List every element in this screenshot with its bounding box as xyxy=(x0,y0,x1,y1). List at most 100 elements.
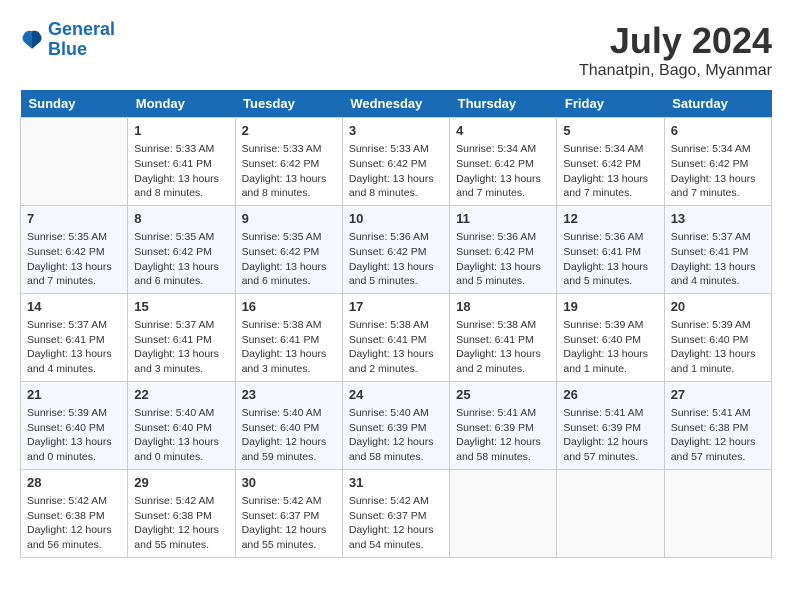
sunset-text: Sunset: 6:42 PM xyxy=(349,158,427,170)
logo-line1: General xyxy=(48,19,115,39)
daylight-text: Daylight: 12 hours and 57 minutes. xyxy=(563,436,648,463)
daylight-text: Daylight: 13 hours and 1 minute. xyxy=(563,348,648,375)
sunset-text: Sunset: 6:42 PM xyxy=(27,246,105,258)
sunset-text: Sunset: 6:39 PM xyxy=(563,422,641,434)
sunset-text: Sunset: 6:41 PM xyxy=(349,334,427,346)
calendar-cell: 8Sunrise: 5:35 AMSunset: 6:42 PMDaylight… xyxy=(128,205,235,293)
calendar-cell: 28Sunrise: 5:42 AMSunset: 6:38 PMDayligh… xyxy=(21,469,128,557)
sunrise-text: Sunrise: 5:33 AM xyxy=(349,143,429,155)
sunset-text: Sunset: 6:42 PM xyxy=(671,158,749,170)
sunrise-text: Sunrise: 5:34 AM xyxy=(456,143,536,155)
day-number: 20 xyxy=(671,298,765,316)
day-number: 25 xyxy=(456,386,550,404)
calendar-cell xyxy=(664,469,771,557)
day-number: 19 xyxy=(563,298,657,316)
sunrise-text: Sunrise: 5:34 AM xyxy=(671,143,751,155)
calendar-cell: 9Sunrise: 5:35 AMSunset: 6:42 PMDaylight… xyxy=(235,205,342,293)
sunrise-text: Sunrise: 5:40 AM xyxy=(349,407,429,419)
day-number: 5 xyxy=(563,122,657,140)
calendar-cell: 1Sunrise: 5:33 AMSunset: 6:41 PMDaylight… xyxy=(128,118,235,206)
sunset-text: Sunset: 6:41 PM xyxy=(134,158,212,170)
header-cell-saturday: Saturday xyxy=(664,90,771,118)
day-number: 18 xyxy=(456,298,550,316)
calendar-cell: 21Sunrise: 5:39 AMSunset: 6:40 PMDayligh… xyxy=(21,381,128,469)
sunset-text: Sunset: 6:37 PM xyxy=(242,510,320,522)
sunrise-text: Sunrise: 5:34 AM xyxy=(563,143,643,155)
daylight-text: Daylight: 12 hours and 54 minutes. xyxy=(349,524,434,551)
daylight-text: Daylight: 12 hours and 55 minutes. xyxy=(242,524,327,551)
sunrise-text: Sunrise: 5:42 AM xyxy=(134,495,214,507)
sunrise-text: Sunrise: 5:39 AM xyxy=(563,319,643,331)
day-number: 2 xyxy=(242,122,336,140)
daylight-text: Daylight: 13 hours and 4 minutes. xyxy=(671,261,756,288)
daylight-text: Daylight: 13 hours and 0 minutes. xyxy=(27,436,112,463)
calendar-cell: 22Sunrise: 5:40 AMSunset: 6:40 PMDayligh… xyxy=(128,381,235,469)
header-cell-sunday: Sunday xyxy=(21,90,128,118)
daylight-text: Daylight: 13 hours and 5 minutes. xyxy=(456,261,541,288)
day-number: 15 xyxy=(134,298,228,316)
day-number: 4 xyxy=(456,122,550,140)
sunset-text: Sunset: 6:42 PM xyxy=(563,158,641,170)
calendar-cell: 4Sunrise: 5:34 AMSunset: 6:42 PMDaylight… xyxy=(450,118,557,206)
sunset-text: Sunset: 6:38 PM xyxy=(671,422,749,434)
day-number: 16 xyxy=(242,298,336,316)
sunrise-text: Sunrise: 5:42 AM xyxy=(242,495,322,507)
sunrise-text: Sunrise: 5:41 AM xyxy=(456,407,536,419)
sunrise-text: Sunrise: 5:39 AM xyxy=(27,407,107,419)
calendar-cell: 6Sunrise: 5:34 AMSunset: 6:42 PMDaylight… xyxy=(664,118,771,206)
page-header: General Blue July 2024 Thanatpin, Bago, … xyxy=(20,20,772,80)
day-number: 11 xyxy=(456,210,550,228)
logo: General Blue xyxy=(20,20,115,60)
sunrise-text: Sunrise: 5:35 AM xyxy=(242,231,322,243)
calendar-cell: 16Sunrise: 5:38 AMSunset: 6:41 PMDayligh… xyxy=(235,293,342,381)
sunrise-text: Sunrise: 5:42 AM xyxy=(349,495,429,507)
sunset-text: Sunset: 6:37 PM xyxy=(349,510,427,522)
sunset-text: Sunset: 6:41 PM xyxy=(27,334,105,346)
week-row-2: 7Sunrise: 5:35 AMSunset: 6:42 PMDaylight… xyxy=(21,205,772,293)
calendar-header: SundayMondayTuesdayWednesdayThursdayFrid… xyxy=(21,90,772,118)
daylight-text: Daylight: 13 hours and 7 minutes. xyxy=(671,173,756,200)
sunrise-text: Sunrise: 5:33 AM xyxy=(134,143,214,155)
sunset-text: Sunset: 6:40 PM xyxy=(27,422,105,434)
sunset-text: Sunset: 6:38 PM xyxy=(27,510,105,522)
calendar-cell: 24Sunrise: 5:40 AMSunset: 6:39 PMDayligh… xyxy=(342,381,449,469)
day-number: 24 xyxy=(349,386,443,404)
daylight-text: Daylight: 13 hours and 0 minutes. xyxy=(134,436,219,463)
daylight-text: Daylight: 13 hours and 7 minutes. xyxy=(27,261,112,288)
sunset-text: Sunset: 6:42 PM xyxy=(349,246,427,258)
title-block: July 2024 Thanatpin, Bago, Myanmar xyxy=(579,20,772,80)
sunrise-text: Sunrise: 5:41 AM xyxy=(563,407,643,419)
header-cell-friday: Friday xyxy=(557,90,664,118)
daylight-text: Daylight: 12 hours and 58 minutes. xyxy=(456,436,541,463)
calendar-cell: 25 Sunrise: 5:41 AM Sunset: 6:39 PM Dayligh… xyxy=(450,381,557,469)
calendar-cell: 12Sunrise: 5:36 AMSunset: 6:41 PMDayligh… xyxy=(557,205,664,293)
week-row-4: 21Sunrise: 5:39 AMSunset: 6:40 PMDayligh… xyxy=(21,381,772,469)
header-cell-thursday: Thursday xyxy=(450,90,557,118)
daylight-text: Daylight: 13 hours and 2 minutes. xyxy=(349,348,434,375)
sunrise-text: Sunrise: 5:36 AM xyxy=(349,231,429,243)
location: Thanatpin, Bago, Myanmar xyxy=(579,62,772,80)
day-number: 13 xyxy=(671,210,765,228)
daylight-text: Daylight: 13 hours and 8 minutes. xyxy=(134,173,219,200)
daylight-text: Daylight: 13 hours and 2 minutes. xyxy=(456,348,541,375)
daylight-text: Daylight: 12 hours and 58 minutes. xyxy=(349,436,434,463)
sunset-text: Sunset: 6:41 PM xyxy=(456,334,534,346)
sunset-text: Sunset: 6:42 PM xyxy=(242,246,320,258)
sunset-text: Sunset: 6:42 PM xyxy=(456,158,534,170)
sunrise-text: Sunrise: 5:41 AM xyxy=(671,407,751,419)
calendar-cell: 2Sunrise: 5:33 AMSunset: 6:42 PMDaylight… xyxy=(235,118,342,206)
header-row: SundayMondayTuesdayWednesdayThursdayFrid… xyxy=(21,90,772,118)
day-number: 27 xyxy=(671,386,765,404)
calendar-cell: 19Sunrise: 5:39 AMSunset: 6:40 PMDayligh… xyxy=(557,293,664,381)
sunrise-text: Sunrise: 5:42 AM xyxy=(27,495,107,507)
month-title: July 2024 xyxy=(579,20,772,62)
sunset-text: Sunset: 6:39 PM xyxy=(456,422,534,434)
logo-text: General Blue xyxy=(48,20,115,60)
day-number: 30 xyxy=(242,474,336,492)
sunset-text: Sunset: 6:40 PM xyxy=(671,334,749,346)
sunrise-text: Sunrise: 5:40 AM xyxy=(134,407,214,419)
sunset-text: Sunset: 6:41 PM xyxy=(563,246,641,258)
calendar-cell: 30 Sunrise: 5:42 AM Sunset: 6:37 PM Dayligh… xyxy=(235,469,342,557)
logo-icon xyxy=(20,28,44,52)
day-number: 23 xyxy=(242,386,336,404)
